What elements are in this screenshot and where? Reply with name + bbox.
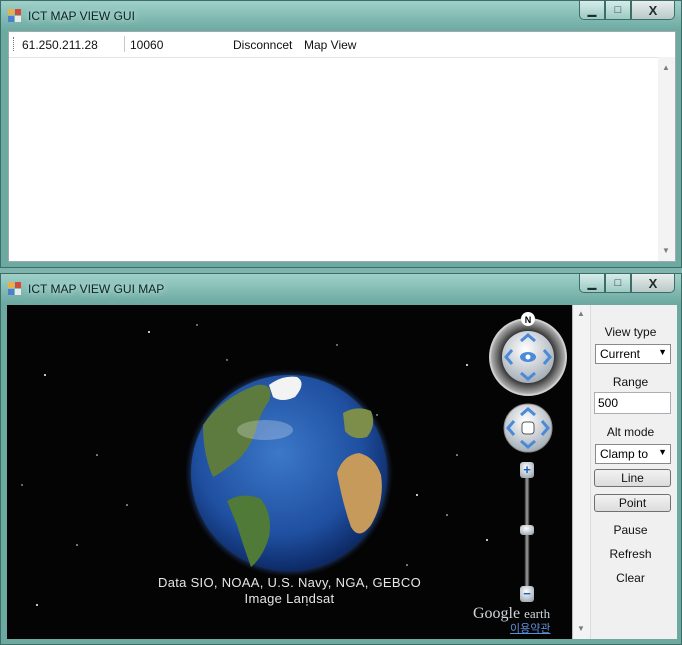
connection-row[interactable]: 61.250.211.28 10060 Disconncet Map View: [9, 32, 675, 58]
panel-scrollbar[interactable]: ▲ ▼: [574, 305, 591, 639]
zoom-thumb: [520, 525, 534, 535]
point-button[interactable]: Point: [594, 494, 671, 512]
logo-earth: earth: [524, 606, 551, 621]
alt-mode-value: Clamp to: [600, 447, 649, 461]
map-view-button[interactable]: Map View: [304, 38, 356, 52]
scroll-up-icon[interactable]: ▲: [662, 63, 670, 72]
maximize-button[interactable]: □: [605, 274, 631, 293]
map-window: ICT MAP VIEW GUI MAP ▁ □ X N + − Data SI…: [0, 273, 682, 645]
vertical-scrollbar[interactable]: ▲ ▼: [658, 57, 675, 261]
pan-control[interactable]: [503, 403, 553, 453]
ip-address: 61.250.211.28: [22, 38, 98, 52]
scroll-down-icon[interactable]: ▼: [662, 246, 670, 255]
scroll-down-icon[interactable]: ▼: [577, 624, 585, 633]
control-panel: ▲ ▼ View type Current ▼ Range 500 Alt mo…: [572, 305, 677, 639]
chevron-down-icon[interactable]: ▼: [658, 447, 667, 457]
attribution-image: Image Landsat: [244, 591, 335, 606]
connection-list: 61.250.211.28 10060 Disconncet Map View …: [8, 31, 676, 262]
range-label: Range: [612, 375, 649, 389]
maximize-button[interactable]: □: [605, 1, 631, 20]
clear-button[interactable]: Clear: [583, 571, 678, 585]
row-grip[interactable]: [13, 37, 16, 51]
alt-mode-select[interactable]: Clamp to ▼: [595, 444, 671, 464]
line-button[interactable]: Line: [594, 469, 671, 487]
close-button[interactable]: X: [631, 1, 675, 20]
column-separator[interactable]: [124, 36, 125, 52]
map-window-controls: ▁ □ X: [579, 274, 675, 294]
alt-mode-label: Alt mode: [606, 425, 655, 439]
disconnect-button[interactable]: Disconncet: [233, 38, 292, 52]
google-earth-map[interactable]: N + − Data SIO, NOAA, U.S. Navy, NGA, GE…: [7, 305, 572, 639]
chevron-down-icon[interactable]: ▼: [658, 347, 667, 357]
scroll-up-icon[interactable]: ▲: [577, 309, 585, 318]
port-number: 10060: [130, 38, 164, 52]
map-titlebar[interactable]: ICT MAP VIEW GUI MAP ▁ □ X: [1, 274, 681, 304]
main-window: ICT MAP VIEW GUI ▁ □ X 61.250.211.28 100…: [0, 0, 682, 268]
close-button[interactable]: X: [631, 274, 675, 293]
terms-link[interactable]: 이용약관: [510, 620, 550, 636]
main-titlebar[interactable]: ICT MAP VIEW GUI ▁ □ X: [1, 1, 681, 31]
north-label[interactable]: N: [525, 315, 532, 325]
svg-text:+: +: [523, 462, 531, 477]
range-input[interactable]: 500: [594, 392, 671, 414]
main-window-controls: ▁ □ X: [579, 1, 675, 21]
attribution-data: Data SIO, NOAA, U.S. Navy, NGA, GEBCO: [158, 575, 421, 590]
zoom-slider[interactable]: + −: [520, 462, 534, 602]
view-type-label: View type: [604, 325, 657, 339]
minimize-button[interactable]: ▁: [579, 1, 605, 20]
app-icon: [8, 282, 22, 296]
main-window-title: ICT MAP VIEW GUI: [28, 9, 135, 23]
app-icon: [8, 9, 22, 23]
minimize-button[interactable]: ▁: [579, 274, 605, 293]
map-window-title: ICT MAP VIEW GUI MAP: [28, 282, 165, 296]
svg-text:−: −: [523, 586, 531, 601]
pause-button[interactable]: Pause: [583, 523, 678, 537]
view-type-select[interactable]: Current ▼: [595, 344, 671, 364]
view-type-value: Current: [600, 347, 641, 361]
refresh-button[interactable]: Refresh: [583, 547, 678, 561]
